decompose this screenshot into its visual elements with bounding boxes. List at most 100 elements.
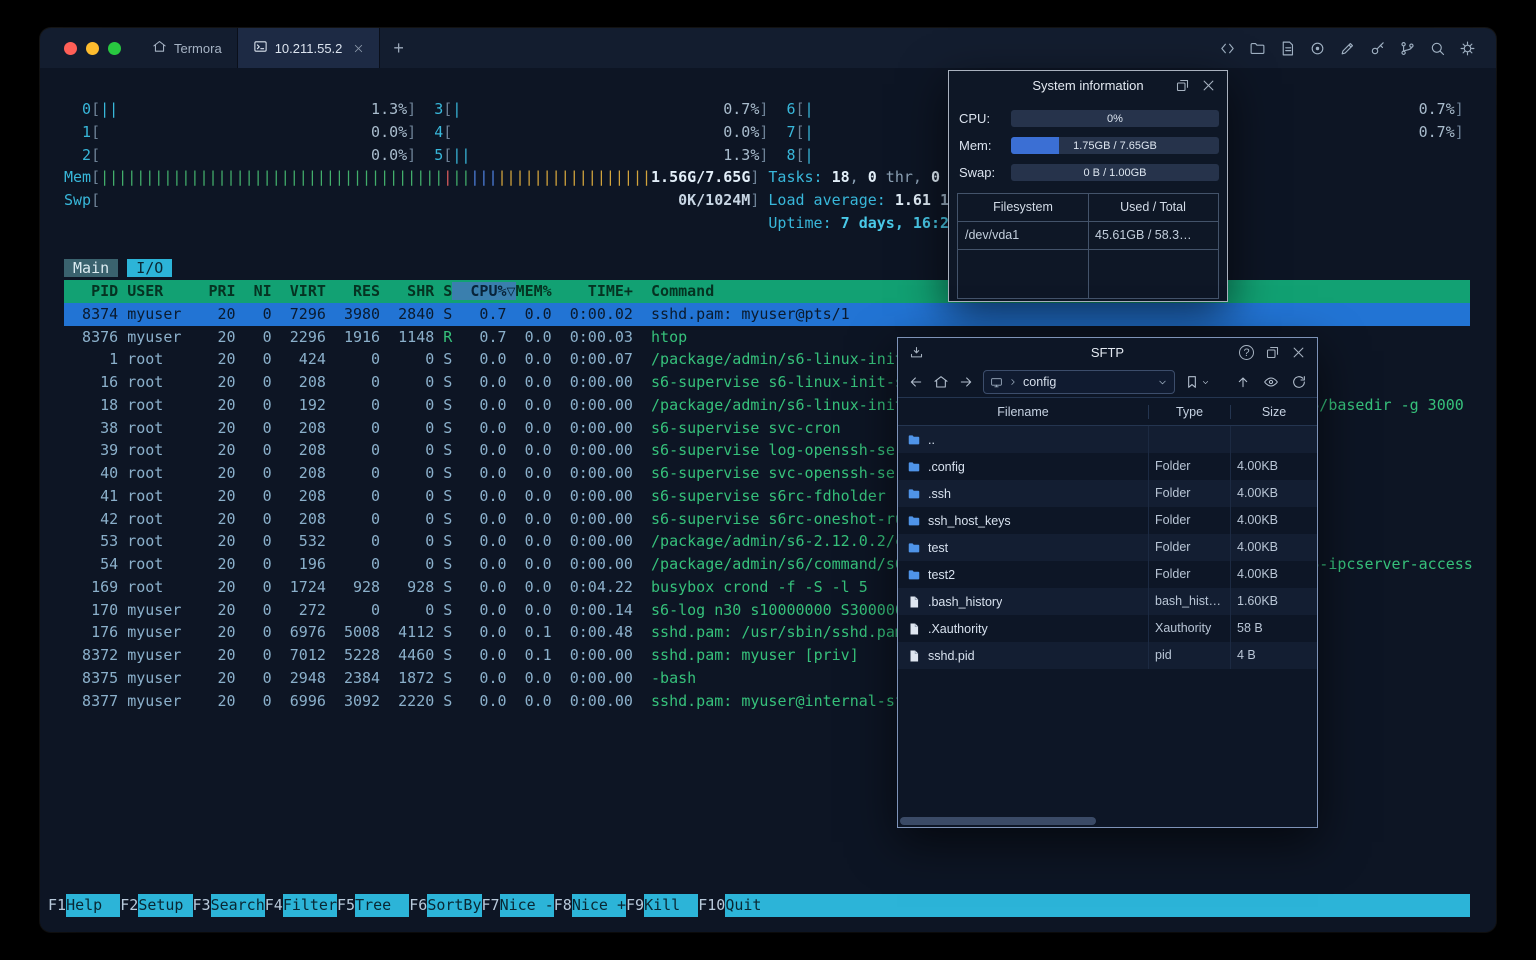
back-icon[interactable] — [908, 374, 924, 390]
column-separator — [1088, 194, 1089, 298]
transfers-icon[interactable] — [909, 345, 924, 360]
sftp-file-row[interactable]: .ssh Folder 4.00KB — [898, 480, 1317, 507]
current-directory: config — [1023, 375, 1057, 389]
tab-home-label: Termora — [174, 40, 222, 56]
file-type-cell: Xauthority — [1149, 615, 1231, 642]
new-tab-button[interactable]: + — [380, 28, 417, 68]
tab-close-icon[interactable] — [353, 43, 364, 54]
file-type-cell: Folder — [1149, 480, 1231, 507]
sftp-file-row[interactable]: test Folder 4.00KB — [898, 534, 1317, 561]
file-name: .bash_history — [928, 594, 1003, 609]
fkey-tree[interactable]: Tree — [355, 894, 410, 917]
help-icon[interactable]: ? — [1239, 345, 1254, 360]
sort-column-header[interactable]: CPU%▽ — [452, 282, 516, 300]
desktop: Termora 10.211.55.2 + 0[|| 1.3%] 3[| 0.7… — [0, 0, 1536, 960]
zoom-window-button[interactable] — [108, 41, 121, 55]
folder-icon — [908, 569, 920, 579]
git-branch-icon[interactable] — [1399, 40, 1416, 57]
file-name: ssh_host_keys — [928, 513, 1011, 528]
cpu-meter-2: 2[ 0.0%] — [82, 145, 417, 164]
filesystem-usage: 45.61GB / 58.3… — [1095, 228, 1192, 242]
filesystem-column-header[interactable]: Filesystem — [958, 194, 1088, 221]
file-size-cell: 4.00KB — [1237, 567, 1279, 581]
type-column-header[interactable]: Type — [1149, 404, 1231, 419]
open-in-window-icon[interactable] — [1265, 345, 1280, 360]
bookmark-dropdown-icon[interactable] — [1201, 374, 1210, 390]
close-window-button[interactable] — [64, 41, 77, 55]
search-icon[interactable] — [1429, 40, 1446, 57]
file-size-cell: 1.60KB — [1237, 594, 1279, 608]
size-column-header[interactable]: Size — [1231, 405, 1317, 419]
chevron-down-icon — [1159, 380, 1166, 384]
edit-icon[interactable] — [1339, 40, 1356, 57]
fkey-filter[interactable]: Filter — [282, 894, 337, 917]
cpu-meter-0: 0[|| 1.3%] — [82, 100, 417, 118]
forward-icon[interactable] — [958, 374, 974, 390]
keys-icon[interactable] — [1369, 40, 1386, 57]
screen-tab-main-label[interactable]: Main — [64, 259, 119, 278]
open-in-window-icon[interactable] — [1175, 78, 1190, 93]
file-name-cell: .bash_history — [898, 588, 1149, 615]
sftp-file-row[interactable]: test2 Folder 4.00KB — [898, 561, 1317, 588]
fkey-kill[interactable]: Kill — [644, 894, 699, 917]
fkey-sortby[interactable]: SortBy — [427, 894, 482, 917]
sftp-file-row[interactable]: ssh_host_keys Folder 4.00KB — [898, 507, 1317, 534]
screen-tab-io-label[interactable]: I/O — [127, 259, 173, 278]
file-name-cell: sshd.pid — [898, 642, 1149, 669]
fkey-nice+[interactable]: Nice + — [571, 894, 626, 917]
tab-home[interactable]: Termora — [137, 28, 237, 68]
folder-icon — [908, 542, 920, 552]
chevron-right-icon — [1011, 379, 1015, 385]
folder-icon[interactable] — [1249, 40, 1266, 57]
minimize-window-button[interactable] — [86, 41, 99, 55]
home-icon[interactable] — [933, 374, 949, 390]
process-row[interactable]: 8374 myuser 20 0 7296 3980 2840 S 0.7 0.… — [64, 302, 1470, 326]
file-type-cell: bash_history — [1149, 588, 1231, 615]
file-name-cell: .. — [898, 426, 1149, 453]
parent-directory-icon[interactable] — [1235, 374, 1251, 390]
refresh-icon[interactable] — [1291, 374, 1307, 390]
used-total-column-header[interactable]: Used / Total — [1088, 194, 1218, 221]
sftp-titlebar: SFTP ? — [898, 338, 1317, 367]
close-icon[interactable] — [1201, 78, 1216, 93]
file-name-cell: .config — [898, 453, 1149, 480]
code-icon[interactable] — [1219, 40, 1236, 57]
file-icon — [910, 649, 919, 662]
show-hidden-eye-icon[interactable] — [1263, 374, 1279, 390]
filename-column-header[interactable]: Filename — [898, 404, 1149, 419]
horizontal-scrollbar[interactable] — [898, 815, 1317, 827]
memory-usage-row: Mem: 1.75GB / 7.65GB — [957, 137, 1219, 154]
logs-icon[interactable] — [1279, 40, 1296, 57]
close-icon[interactable] — [1291, 345, 1306, 360]
file-type-cell: Folder — [1149, 561, 1231, 588]
file-size-cell: 4.00KB — [1237, 540, 1279, 554]
memory-meter-row: Mem[||||||||||||||||||||||||||||||||||||… — [64, 166, 1470, 189]
sftp-file-row[interactable]: .Xauthority Xauthority 58 B — [898, 615, 1317, 642]
fkey-help[interactable]: Help — [66, 894, 121, 917]
cpu-meter-row: 1[ 0.0%] 4[ 0.0%] 7[| 0.7%] — [64, 121, 1470, 144]
scrollbar-thumb[interactable] — [900, 817, 1096, 825]
cpu-progress-bar: 0% — [1011, 110, 1219, 127]
sftp-file-row[interactable]: sshd.pid pid 4 B — [898, 642, 1317, 669]
termora-window: Termora 10.211.55.2 + 0[|| 1.3%] 3[| 0.7… — [40, 28, 1496, 932]
bookmark-icon[interactable] — [1184, 374, 1200, 390]
tab-ssh-session[interactable]: 10.211.55.2 — [236, 28, 381, 68]
settings-gear-icon[interactable] — [1459, 40, 1476, 57]
path-breadcrumb[interactable]: config — [983, 370, 1175, 394]
sftp-file-row[interactable]: .bash_history bash_history 1.60KB — [898, 588, 1317, 615]
screen-tab-io: I/O — [127, 257, 173, 280]
file-name: test — [928, 540, 949, 555]
process-table-header[interactable]: PID USER PRI NI VIRT RES SHR S CPU%▽MEM%… — [64, 280, 1470, 303]
sftp-file-row[interactable]: .. — [898, 426, 1317, 453]
fkey-search[interactable]: Search — [210, 894, 265, 917]
fkey-nice-[interactable]: Nice - — [499, 894, 554, 917]
sftp-file-row[interactable]: .config Folder 4.00KB — [898, 453, 1317, 480]
file-name: test2 — [928, 567, 956, 582]
record-icon[interactable] — [1309, 40, 1326, 57]
fkey-quit[interactable]: Quit — [725, 894, 780, 917]
sftp-panel: SFTP ? config Filename Type Size .. .con… — [897, 337, 1318, 828]
computer-icon — [991, 377, 1002, 387]
system-information-panel: System information CPU: 0% Mem: 1.75GB /… — [948, 70, 1228, 302]
fkey-setup[interactable]: Setup — [138, 894, 193, 917]
sftp-table-header: Filename Type Size — [898, 397, 1317, 426]
